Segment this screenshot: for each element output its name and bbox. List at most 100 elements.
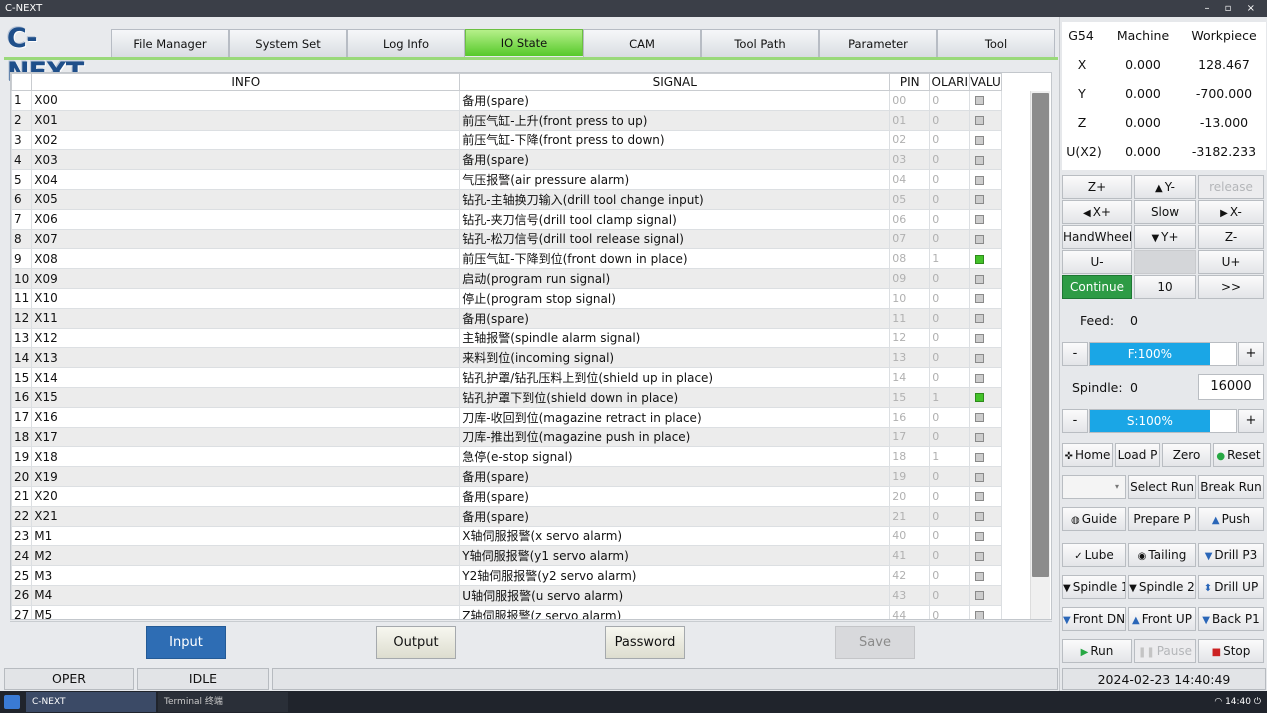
guide-button[interactable]: ◍ Guide bbox=[1062, 507, 1126, 531]
table-row[interactable]: 1 X00 备用(spare) 00 0 bbox=[11, 90, 1002, 111]
table-row[interactable]: 13 X12 主轴报警(spindle alarm signal) 12 0 bbox=[11, 327, 1002, 349]
continue-button[interactable]: Continue bbox=[1062, 275, 1132, 299]
feed-override-slider[interactable]: F:100% bbox=[1089, 342, 1237, 366]
push-button[interactable]: ▲ Push bbox=[1198, 507, 1264, 531]
drill-up-button[interactable]: ⬍ Drill UP bbox=[1198, 575, 1264, 599]
jog-u-minus-button[interactable]: U- bbox=[1062, 250, 1132, 274]
spindle-override-slider[interactable]: S:100% bbox=[1089, 409, 1237, 433]
table-row[interactable]: 9 X08 前压气缸-下降到位(front down in place) 08 1 bbox=[11, 248, 1002, 270]
jog-z-plus-button[interactable]: Z+ bbox=[1062, 175, 1132, 199]
feed-plus-button[interactable]: + bbox=[1238, 342, 1264, 366]
break-run-button[interactable]: Break Run bbox=[1198, 475, 1264, 499]
pause-button[interactable]: ❚❚ Pause bbox=[1134, 639, 1196, 663]
back-p1-button[interactable]: ▼ Back P1 bbox=[1198, 607, 1264, 631]
header-value[interactable]: VALU bbox=[969, 73, 1002, 91]
table-row[interactable]: 14 X13 来料到位(incoming signal) 13 0 bbox=[11, 347, 1002, 369]
jog-x-minus-button[interactable]: ▶ X- bbox=[1198, 200, 1264, 224]
table-row[interactable]: 6 X05 钻孔-主轴换刀输入(drill tool change input) 05… bbox=[11, 188, 1002, 210]
table-row[interactable]: 22 X21 备用(spare) 21 0 bbox=[11, 505, 1002, 527]
taskbar-app-cnext[interactable]: C-NEXT bbox=[26, 692, 156, 712]
tab-file-manager[interactable]: File Manager bbox=[111, 29, 229, 57]
tailing-button[interactable]: ◉ Tailing bbox=[1128, 543, 1196, 567]
select-run-button[interactable]: Select Run bbox=[1128, 475, 1196, 499]
table-row[interactable]: 16 X15 钻孔护罩下到位(shield down in place) 15 1 bbox=[11, 386, 1002, 408]
table-row[interactable]: 25 M3 Y2轴伺服报警(y2 servo alarm) 42 0 bbox=[11, 565, 1002, 586]
zero-button[interactable]: Zero bbox=[1162, 443, 1211, 467]
header-polarity[interactable]: OLARI bbox=[929, 73, 971, 91]
header-pin[interactable]: PIN bbox=[889, 73, 931, 91]
slow-button[interactable]: Slow bbox=[1134, 200, 1196, 224]
more-button[interactable]: >> bbox=[1198, 275, 1264, 299]
run-button[interactable]: ▶ Run bbox=[1062, 639, 1132, 663]
jog-y-minus-label: Y- bbox=[1164, 180, 1175, 194]
handwheel-button[interactable]: HandWheel bbox=[1062, 225, 1132, 249]
spindle-speed-input[interactable]: 16000 bbox=[1198, 374, 1264, 400]
jog-u-plus-button[interactable]: U+ bbox=[1198, 250, 1264, 274]
tab-io-state[interactable]: IO State bbox=[465, 29, 583, 56]
table-row[interactable]: 24 M2 Y轴伺服报警(y1 servo alarm) 41 0 bbox=[11, 545, 1002, 567]
step-10-button[interactable]: 10 bbox=[1134, 275, 1196, 299]
tab-cam[interactable]: CAM bbox=[583, 29, 701, 57]
load-p-button[interactable]: Load P bbox=[1115, 443, 1160, 467]
power-icon[interactable]: ⏻ bbox=[1254, 697, 1261, 707]
wifi-icon[interactable]: ◠ bbox=[1214, 697, 1222, 707]
header-info[interactable]: INFO bbox=[31, 73, 461, 91]
table-row[interactable]: 23 M1 X轴伺服报警(x servo alarm) 40 0 bbox=[11, 525, 1002, 547]
table-row[interactable]: 26 M4 U轴伺服报警(u servo alarm) 43 0 bbox=[11, 584, 1002, 606]
scrollbar-thumb[interactable] bbox=[1032, 93, 1049, 577]
window-controls[interactable]: – ▫ × bbox=[1204, 0, 1261, 17]
taskbar-app-terminal[interactable]: Terminal 终端 bbox=[158, 692, 288, 712]
table-row[interactable]: 10 X09 启动(program run signal) 09 0 bbox=[11, 268, 1002, 289]
led-off-icon bbox=[975, 135, 985, 145]
select-run-dropdown[interactable]: ▾ bbox=[1062, 475, 1126, 499]
tab-tool-path[interactable]: Tool Path bbox=[701, 29, 819, 57]
prepare-p-button[interactable]: Prepare P bbox=[1128, 507, 1196, 531]
lube-button[interactable]: ✓ Lube bbox=[1062, 543, 1126, 567]
jog-y-minus-button[interactable]: ▲ Y- bbox=[1134, 175, 1196, 199]
table-row[interactable]: 5 X04 气压报警(air pressure alarm) 04 0 bbox=[11, 169, 1002, 190]
tab-log-info[interactable]: Log Info bbox=[347, 29, 465, 57]
info-cell: X01 bbox=[31, 109, 461, 131]
table-row[interactable]: 7 X06 钻孔-夹刀信号(drill tool clamp signal) 06 0 bbox=[11, 208, 1002, 230]
output-button[interactable]: Output bbox=[376, 626, 456, 659]
table-scrollbar[interactable] bbox=[1030, 91, 1050, 619]
table-row[interactable]: 3 X02 前压气缸-下降(front press to down) 02 0 bbox=[11, 129, 1002, 151]
header-signal[interactable]: SIGNAL bbox=[459, 73, 891, 91]
row-number: 19 bbox=[11, 446, 33, 468]
input-button[interactable]: Input bbox=[146, 626, 226, 659]
tab-system-set[interactable]: System Set bbox=[229, 29, 347, 57]
tab-parameter[interactable]: Parameter bbox=[819, 29, 937, 57]
table-row[interactable]: 2 X01 前压气缸-上升(front press to up) 01 0 bbox=[11, 109, 1002, 131]
table-row[interactable]: 18 X17 刀库-推出到位(magazine push in place) 17 0 bbox=[11, 426, 1002, 448]
table-row[interactable]: 11 X10 停止(program stop signal) 10 0 bbox=[11, 287, 1002, 309]
jog-z-minus-button[interactable]: Z- bbox=[1198, 225, 1264, 249]
feed-minus-button[interactable]: - bbox=[1062, 342, 1088, 366]
table-row[interactable]: 12 X11 备用(spare) 11 0 bbox=[11, 307, 1002, 329]
table-row[interactable]: 20 X19 备用(spare) 19 0 bbox=[11, 466, 1002, 487]
front-up-button[interactable]: ▲ Front UP bbox=[1128, 607, 1196, 631]
spindle-plus-button[interactable]: + bbox=[1238, 409, 1264, 433]
spindle-1-button[interactable]: ▼ Spindle 1 bbox=[1062, 575, 1126, 599]
jog-x-plus-button[interactable]: ◀ X+ bbox=[1062, 200, 1132, 224]
home-button[interactable]: ✜ Home bbox=[1062, 443, 1113, 467]
spindle-2-button[interactable]: ▼ Spindle 2 bbox=[1128, 575, 1196, 599]
drill-p3-button[interactable]: ▼ Drill P3 bbox=[1198, 543, 1264, 567]
table-row[interactable]: 4 X03 备用(spare) 03 0 bbox=[11, 149, 1002, 171]
stop-button[interactable]: ■ Stop bbox=[1198, 639, 1264, 663]
reset-button[interactable]: ● Reset bbox=[1213, 443, 1264, 467]
jog-y-plus-button[interactable]: ▼ Y+ bbox=[1134, 225, 1196, 249]
save-button[interactable]: Save bbox=[835, 626, 915, 659]
release-button[interactable]: release bbox=[1198, 175, 1264, 199]
table-row[interactable]: 21 X20 备用(spare) 20 0 bbox=[11, 485, 1002, 507]
table-row[interactable]: 17 X16 刀库-收回到位(magazine retract in place) 1… bbox=[11, 406, 1002, 428]
front-dn-button[interactable]: ▼ Front DN bbox=[1062, 607, 1126, 631]
table-row[interactable]: 8 X07 钻孔-松刀信号(drill tool release signal) 07… bbox=[11, 228, 1002, 250]
password-button[interactable]: Password bbox=[605, 626, 685, 659]
tab-tool[interactable]: Tool bbox=[937, 29, 1055, 57]
spindle-minus-button[interactable]: - bbox=[1062, 409, 1088, 433]
pin-cell: 21 bbox=[889, 505, 931, 527]
table-row[interactable]: 19 X18 急停(e-stop signal) 18 1 bbox=[11, 446, 1002, 468]
start-menu-icon[interactable] bbox=[4, 695, 20, 709]
table-row[interactable]: 15 X14 钻孔护罩/钻孔压料上到位(shield up in place) 14 0 bbox=[11, 367, 1002, 388]
table-row[interactable]: 27 M5 Z轴伺服报警(z servo alarm) 44 0 bbox=[11, 604, 1002, 619]
